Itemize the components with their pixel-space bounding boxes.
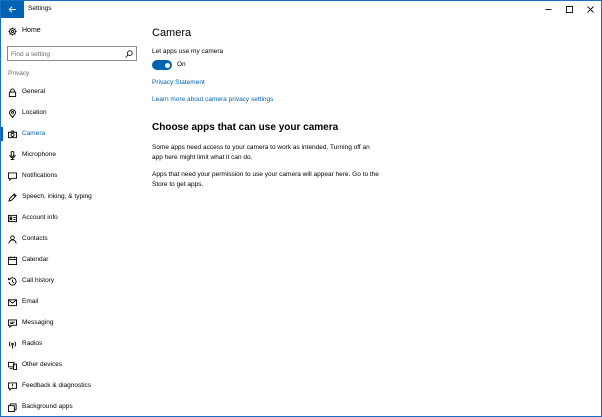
settings-window: Settings Home Privac (0, 0, 602, 417)
sidebar-item-microphone[interactable]: Microphone (1, 145, 144, 166)
call-history-icon (8, 277, 17, 286)
sidebar-item-call-history[interactable]: Call history (1, 271, 144, 292)
lock-icon (8, 88, 17, 97)
nav-home-label: Home (22, 27, 41, 34)
choose-apps-heading: Choose apps that can use your camera (152, 122, 339, 133)
sidebar-item-background-apps[interactable]: Background apps (1, 397, 144, 416)
store-info-paragraph: Apps that need your permission to use yo… (152, 171, 379, 188)
sidebar: Home Privacy General Location (1, 18, 144, 416)
background-apps-icon (8, 403, 17, 412)
sidebar-item-label: Notifications (22, 172, 58, 179)
sidebar-item-notifications[interactable]: Notifications (1, 166, 144, 187)
radios-icon (8, 341, 17, 349)
sidebar-item-radios[interactable]: Radios (1, 334, 144, 355)
sidebar-item-label: Location (22, 109, 47, 116)
close-icon (587, 6, 594, 13)
sidebar-item-other-devices[interactable]: Other devices (1, 355, 144, 376)
sidebar-item-label: Calendar (22, 256, 49, 263)
sidebar-item-label: Email (22, 298, 39, 305)
window-title: Settings (28, 5, 52, 12)
privacy-nav-list: General Location Camera Microphone Notif… (1, 82, 144, 416)
email-icon (8, 299, 17, 307)
window-controls (538, 1, 601, 18)
back-arrow-icon (8, 6, 17, 13)
camera-icon (8, 130, 17, 139)
sidebar-item-speech[interactable]: Speech, inking, & typing (1, 187, 144, 208)
page-title: Camera (152, 27, 192, 39)
back-button[interactable] (1, 1, 24, 18)
nav-home[interactable]: Home (1, 25, 144, 39)
sidebar-item-label: Radios (22, 340, 43, 347)
sidebar-item-feedback[interactable]: Feedback & diagnostics (1, 376, 144, 397)
contacts-icon (8, 235, 17, 244)
gear-icon (8, 27, 17, 36)
sidebar-item-label: Account info (22, 214, 58, 221)
main-content: Camera Let apps use my camera On Privacy… (144, 18, 601, 416)
section-label-privacy: Privacy (8, 70, 30, 77)
title-bar: Settings (1, 1, 601, 18)
minimize-button[interactable] (538, 1, 559, 18)
camera-toggle-label: Let apps use my camera (152, 48, 224, 55)
maximize-icon (566, 6, 573, 13)
close-button[interactable] (580, 1, 601, 18)
minimize-icon (545, 9, 552, 10)
sidebar-item-label: Background apps (22, 403, 73, 410)
sidebar-item-label: Speech, inking, & typing (22, 193, 92, 200)
search-icon[interactable] (125, 50, 133, 58)
sidebar-item-label: Other devices (22, 361, 63, 368)
camera-toggle-switch[interactable] (152, 60, 172, 70)
calendar-icon (8, 256, 17, 265)
sidebar-item-label: Call history (22, 277, 55, 284)
sidebar-item-calendar[interactable]: Calendar (1, 250, 144, 271)
search-input[interactable] (11, 49, 121, 59)
microphone-icon (9, 151, 16, 160)
sidebar-item-label: Contacts (22, 235, 48, 242)
sidebar-item-email[interactable]: Email (1, 292, 144, 313)
location-pin-icon (9, 109, 16, 118)
sidebar-item-label: Microphone (22, 151, 56, 158)
sidebar-item-label: Camera (22, 130, 46, 137)
sidebar-item-label: Feedback & diagnostics (22, 382, 92, 389)
toggle-knob (164, 62, 170, 68)
sidebar-item-camera[interactable]: Camera (1, 124, 144, 145)
messaging-icon (8, 319, 17, 328)
feedback-icon (8, 382, 17, 391)
speech-icon (8, 193, 17, 202)
sidebar-item-location[interactable]: Location (1, 103, 144, 124)
other-devices-icon (8, 361, 17, 370)
toggle-state-text: On (177, 61, 186, 68)
sidebar-item-messaging[interactable]: Messaging (1, 313, 144, 334)
description-paragraph: Some apps need access to your camera to … (152, 144, 370, 161)
notifications-icon (8, 172, 17, 181)
learn-more-link[interactable]: Learn more about camera privacy settings (152, 96, 273, 103)
privacy-statement-link[interactable]: Privacy Statement (152, 79, 205, 86)
sidebar-item-contacts[interactable]: Contacts (1, 229, 144, 250)
search-box[interactable] (7, 46, 137, 61)
sidebar-item-label: General (22, 88, 46, 95)
sidebar-item-general[interactable]: General (1, 82, 144, 103)
account-icon (8, 214, 17, 223)
sidebar-item-label: Messaging (22, 319, 54, 326)
maximize-button[interactable] (559, 1, 580, 18)
sidebar-item-account-info[interactable]: Account info (1, 208, 144, 229)
